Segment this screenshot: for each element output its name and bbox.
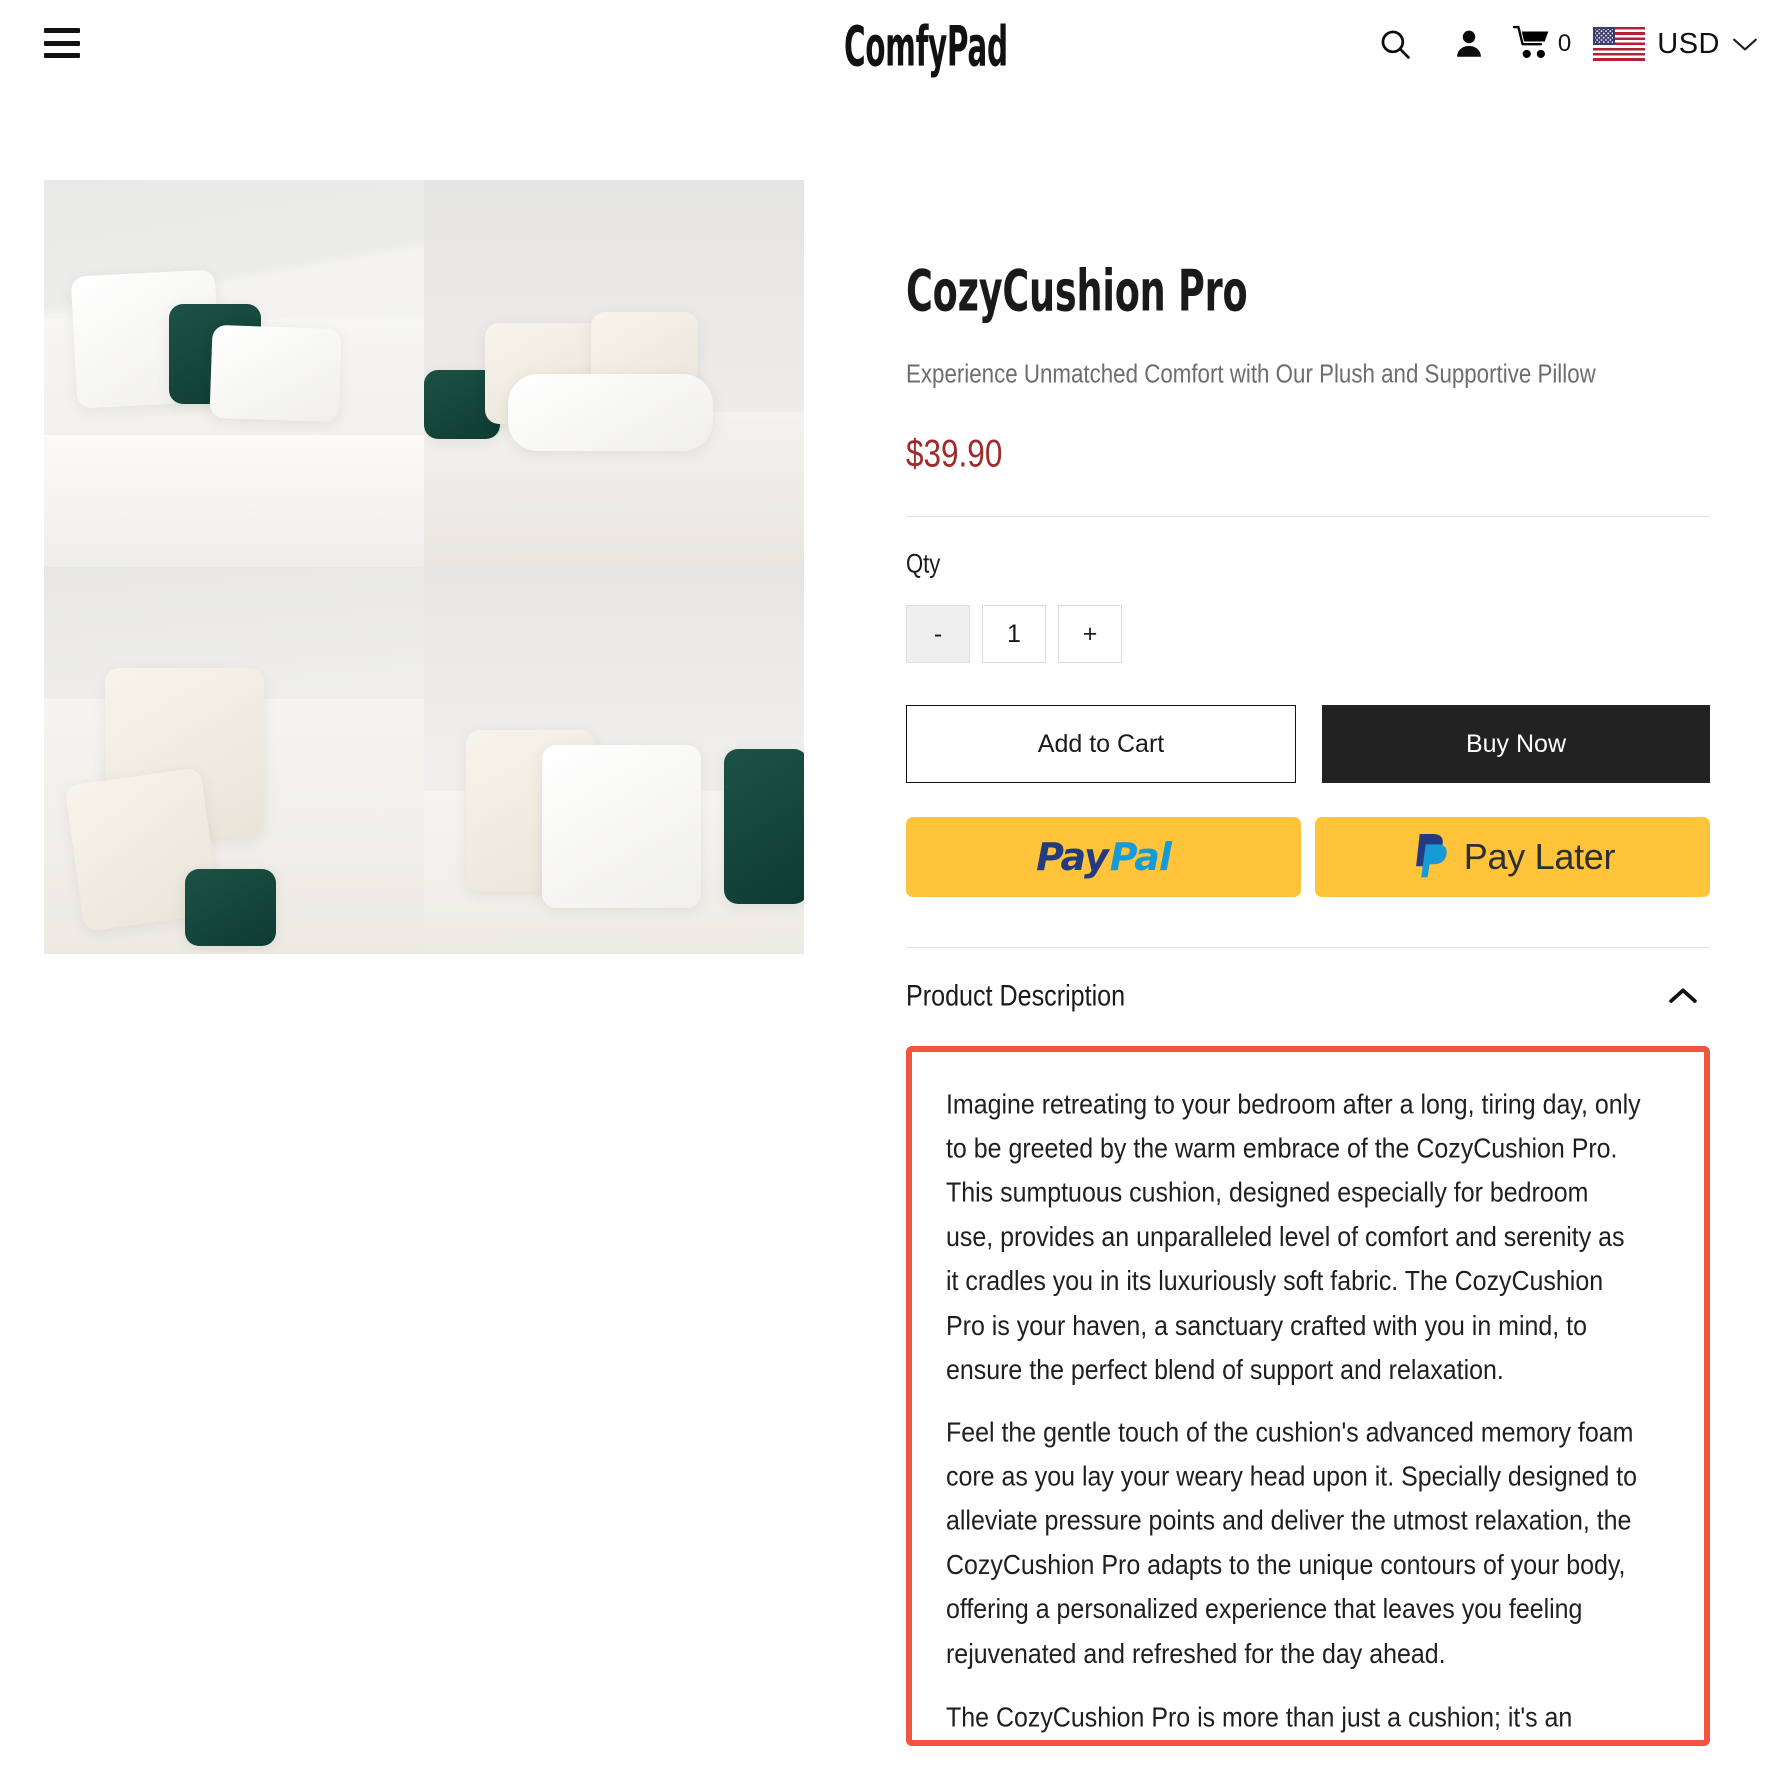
cart-count-badge: 0	[1557, 30, 1572, 57]
add-to-cart-button[interactable]: Add to Cart	[906, 705, 1296, 783]
hamburger-menu-icon[interactable]	[44, 28, 80, 58]
quantity-input[interactable]	[982, 605, 1046, 663]
user-account-icon[interactable]	[1432, 14, 1506, 74]
chevron-up-icon[interactable]	[1668, 986, 1698, 1006]
product-description-accordion-header[interactable]: Product Description	[906, 948, 1710, 1044]
paypal-wordmark-pal: Pal	[1109, 835, 1172, 879]
paypal-buttons: Pay Pal Pay Later	[906, 817, 1710, 897]
description-paragraph: Feel the gentle touch of the cushion's a…	[946, 1416, 1637, 1669]
site-header: ComfyPad 0 USD	[0, 0, 1788, 88]
product-image-4[interactable]	[424, 567, 804, 954]
quantity-label: Qty	[906, 549, 941, 580]
currency-selector[interactable]: USD	[1593, 27, 1758, 61]
product-subtitle: Experience Unmatched Comfort with Our Pl…	[906, 359, 1596, 390]
paypal-logo-icon	[1410, 832, 1452, 883]
search-icon[interactable]	[1358, 14, 1432, 74]
product-description-body: Imagine retreating to your bedroom after…	[906, 1046, 1710, 1746]
product-image-3[interactable]	[44, 567, 424, 954]
quantity-stepper: - +	[906, 605, 1710, 663]
product-gallery	[44, 88, 844, 954]
shopping-cart-icon	[1512, 24, 1552, 65]
paypal-pay-later-button[interactable]: Pay Later	[1315, 817, 1710, 897]
divider	[906, 516, 1710, 517]
chevron-down-icon	[1732, 36, 1758, 52]
product-gallery-grid	[44, 180, 804, 954]
product-page-layout: CozyCushion Pro Experience Unmatched Com…	[0, 88, 1788, 1746]
brand-logo[interactable]: ComfyPad	[844, 14, 1008, 79]
paypal-pay-later-label: Pay Later	[1463, 836, 1616, 877]
product-price: $39.90	[906, 431, 1003, 476]
description-paragraph: The CozyCushion Pro is more than just a …	[946, 1701, 1573, 1734]
description-paragraph: Imagine retreating to your bedroom after…	[946, 1088, 1641, 1386]
quantity-decrement-button[interactable]: -	[906, 605, 970, 663]
quantity-increment-button[interactable]: +	[1058, 605, 1122, 663]
paypal-wordmark-pay: Pay	[1036, 835, 1109, 879]
product-description-title: Product Description	[906, 979, 1126, 1012]
paypal-checkout-button[interactable]: Pay Pal	[906, 817, 1301, 897]
product-details: CozyCushion Pro Experience Unmatched Com…	[844, 88, 1744, 1746]
page-title: CozyCushion Pro	[906, 257, 1248, 326]
buy-now-button[interactable]: Buy Now	[1322, 705, 1710, 783]
product-image-1[interactable]	[44, 180, 424, 567]
purchase-buttons: Add to Cart Buy Now	[906, 705, 1710, 783]
currency-code-label: USD	[1657, 27, 1720, 60]
product-image-2[interactable]	[424, 180, 804, 567]
shopping-cart-button[interactable]: 0	[1512, 24, 1571, 65]
header-actions: 0 USD	[1358, 0, 1758, 88]
us-flag-icon	[1593, 27, 1646, 61]
